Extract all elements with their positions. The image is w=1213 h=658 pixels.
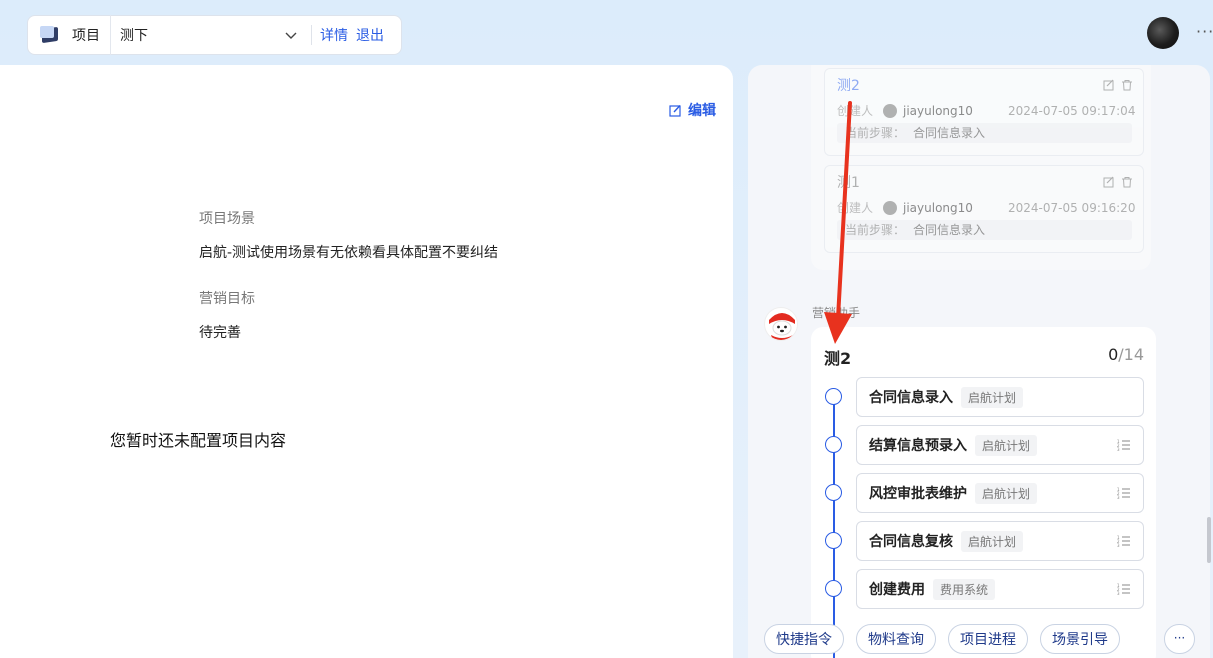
project-dropdown[interactable]: 测下 xyxy=(120,25,280,45)
history-list: 测2 创建人 jiayulong10 2024-07-05 09:17:04 当… xyxy=(811,65,1151,270)
quick-command-button[interactable]: 快捷指令 xyxy=(764,624,844,654)
assistant-avatar xyxy=(764,307,798,341)
ordered-list-icon[interactable]: 123 xyxy=(1117,582,1131,596)
created-time: 2024-07-05 09:16:20 xyxy=(1008,200,1136,215)
svg-text:3: 3 xyxy=(1117,591,1120,596)
more-actions-button[interactable]: ··· xyxy=(1164,624,1195,654)
divider xyxy=(110,15,111,55)
delete-icon[interactable] xyxy=(1121,79,1133,91)
current-step-label: 当前步骤： xyxy=(845,126,906,140)
step-tag: 启航计划 xyxy=(975,482,1038,504)
created-time: 2024-07-05 09:17:04 xyxy=(1008,103,1136,118)
assistant-name: 营销助手 xyxy=(812,306,861,320)
scene-label: 项目场景 xyxy=(199,211,255,227)
edit-icon[interactable] xyxy=(1103,79,1115,91)
svg-text:3: 3 xyxy=(1117,447,1120,452)
project-selector: 项目 测下 详情 退出 xyxy=(27,15,402,55)
project-icon xyxy=(40,26,62,44)
creator-avatar xyxy=(883,103,898,118)
creator-avatar xyxy=(883,200,898,215)
step-tag: 启航计划 xyxy=(961,386,1024,408)
step-node xyxy=(825,436,842,453)
step-tag: 费用系统 xyxy=(933,578,996,600)
detail-link[interactable]: 详情 xyxy=(320,25,348,45)
current-step: 当前步骤： 合同信息录入 xyxy=(837,220,1132,240)
step-node xyxy=(825,532,842,549)
current-step-label: 当前步骤： xyxy=(845,223,906,237)
creator-name: jiayulong10 xyxy=(903,200,973,215)
step-item[interactable]: 合同信息录入 启航计划 xyxy=(856,377,1144,417)
step-item[interactable]: 创建费用 费用系统 123 xyxy=(856,569,1144,609)
user-avatar[interactable] xyxy=(1147,17,1179,49)
step-name: 创建费用 xyxy=(869,582,925,598)
plan-title: 测2 xyxy=(824,349,852,368)
progress-done: 0 xyxy=(1108,345,1119,364)
scene-guide-button[interactable]: 场景引导 xyxy=(1040,624,1120,654)
more-icon[interactable]: ··· xyxy=(1196,22,1213,41)
creator-name: jiayulong10 xyxy=(903,103,973,118)
history-card[interactable]: 测1 创建人 jiayulong10 2024-07-05 09:16:20 当… xyxy=(824,165,1144,253)
step-item[interactable]: 风控审批表维护 启航计划 123 xyxy=(856,473,1144,513)
creator-label: 创建人 xyxy=(837,201,874,215)
step-node xyxy=(825,484,842,501)
target-value: 待完善 xyxy=(199,325,241,341)
history-title: 测2 xyxy=(837,78,860,94)
current-step-value: 合同信息录入 xyxy=(913,126,986,140)
scene-value: 启航-测试使用场景有无依赖看具体配置不要纠结 xyxy=(199,245,499,261)
empty-message: 您暂时还未配置项目内容 xyxy=(110,431,287,450)
progress-total: /14 xyxy=(1118,345,1144,364)
chat-scrollbar[interactable] xyxy=(1207,517,1211,563)
edit-icon xyxy=(669,104,681,117)
step-tag: 启航计划 xyxy=(975,434,1038,456)
delete-icon[interactable] xyxy=(1121,176,1133,188)
current-step: 当前步骤： 合同信息录入 xyxy=(837,123,1132,143)
history-title: 测1 xyxy=(837,175,860,191)
edit-button[interactable]: 编辑 xyxy=(669,100,716,120)
target-label: 营销目标 xyxy=(199,291,255,307)
svg-text:3: 3 xyxy=(1117,495,1120,500)
assistant-chat-panel: 测2 创建人 jiayulong10 2024-07-05 09:17:04 当… xyxy=(748,65,1210,658)
project-label: 项目 xyxy=(72,28,100,44)
quick-action-bar: 快捷指令 物料查询 项目进程 场景引导 xyxy=(764,624,1120,654)
step-item[interactable]: 合同信息复核 启航计划 123 xyxy=(856,521,1144,561)
divider xyxy=(311,25,312,45)
creator-label: 创建人 xyxy=(837,104,874,118)
project-progress-button[interactable]: 项目进程 xyxy=(948,624,1028,654)
step-name: 合同信息录入 xyxy=(869,390,953,406)
project-content-panel: 编辑 项目场景 启航-测试使用场景有无依赖看具体配置不要纠结 营销目标 待完善 … xyxy=(0,65,733,658)
svg-text:3: 3 xyxy=(1117,543,1120,548)
step-node xyxy=(825,580,842,597)
ordered-list-icon[interactable]: 123 xyxy=(1117,534,1131,548)
current-step-value: 合同信息录入 xyxy=(913,223,986,237)
material-query-button[interactable]: 物料查询 xyxy=(856,624,936,654)
history-card[interactable]: 测2 创建人 jiayulong10 2024-07-05 09:17:04 当… xyxy=(824,68,1144,156)
step-item[interactable]: 结算信息预录入 启航计划 123 xyxy=(856,425,1144,465)
ordered-list-icon[interactable]: 123 xyxy=(1117,486,1131,500)
step-name: 结算信息预录入 xyxy=(869,438,967,454)
step-name: 合同信息复核 xyxy=(869,534,953,550)
plan-card: 测2 0/14 合同信息录入 启航计划 结算信息预录入 启航计划 123 风控审… xyxy=(811,327,1156,658)
ordered-list-icon[interactable]: 123 xyxy=(1117,438,1131,452)
edit-icon[interactable] xyxy=(1103,176,1115,188)
exit-link[interactable]: 退出 xyxy=(356,25,384,45)
step-tag: 启航计划 xyxy=(961,530,1024,552)
edit-label: 编辑 xyxy=(688,103,716,119)
step-node xyxy=(825,388,842,405)
step-name: 风控审批表维护 xyxy=(869,486,967,502)
chevron-down-icon[interactable] xyxy=(284,28,298,42)
progress-count: 0/14 xyxy=(1108,345,1144,364)
